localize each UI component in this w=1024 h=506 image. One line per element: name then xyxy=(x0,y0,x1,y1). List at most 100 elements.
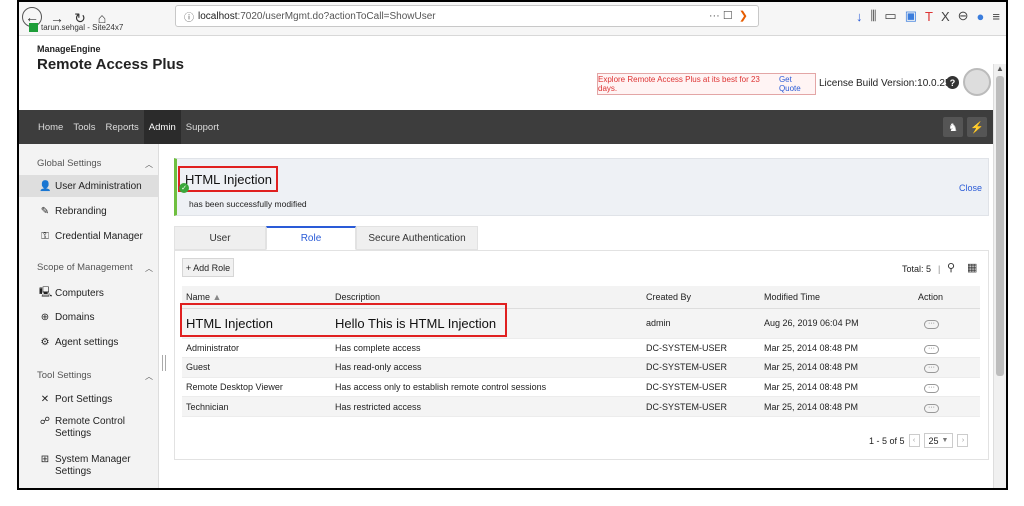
notice-close-link[interactable]: Close xyxy=(959,183,982,193)
row-actions-cell: ··· xyxy=(910,396,980,417)
chevron-up-icon[interactable]: ︿ xyxy=(145,263,153,274)
sidebar-item-rebranding[interactable]: ✎ Rebranding xyxy=(19,200,159,222)
browser-tool-icons: ↓ ⫼ ▭ ▣ T X ⊖ ● ≡ xyxy=(856,8,1000,24)
sidebar-item-agent-settings[interactable]: ⚙ Agent settings xyxy=(19,331,159,353)
nav-tools[interactable]: Tools xyxy=(68,110,100,144)
scroll-up-icon[interactable]: ▲ xyxy=(996,64,1004,73)
page-actions-icon[interactable]: ··· ☐ xyxy=(709,9,733,22)
role-modified-time: Mar 25, 2014 08:48 PM xyxy=(760,396,910,417)
chevron-up-icon[interactable]: ︿ xyxy=(145,371,153,382)
help-icon[interactable]: ? xyxy=(946,76,959,89)
rebranding-icon: ✎ xyxy=(40,205,50,217)
row-actions-cell: ··· xyxy=(910,308,980,339)
quick-launch-icon[interactable]: ⚡ xyxy=(967,117,987,137)
tools-icon: ✕ xyxy=(40,393,50,405)
role-name: Administrator xyxy=(182,338,331,359)
bookmark-item[interactable]: tarun.sehgal - Site24x7 xyxy=(29,23,123,32)
tab-role[interactable]: Role xyxy=(266,226,356,250)
trial-banner: Explore Remote Access Plus at its best f… xyxy=(597,73,816,95)
bookmark-icon xyxy=(29,23,38,32)
more-actions-icon[interactable]: ··· xyxy=(924,403,939,413)
add-role-button[interactable]: + Add Role xyxy=(182,258,234,277)
remote-control-icon: ☍ xyxy=(39,416,51,427)
sidebar: Global Settings ︿ 👤 User Administration … xyxy=(19,144,159,488)
search-icon[interactable]: ⚲ xyxy=(947,261,955,274)
sidebar-item-credential-manager[interactable]: ⚿ Credential Manager xyxy=(19,225,159,247)
extension-icon[interactable]: ❯ xyxy=(739,9,748,22)
sidebar-group-tool[interactable]: Tool Settings xyxy=(37,370,91,381)
trial-text: Explore Remote Access Plus at its best f… xyxy=(598,75,760,93)
page-size-select[interactable]: 25 ▼ xyxy=(923,433,954,448)
next-page-icon[interactable]: › xyxy=(957,434,969,447)
tab-user[interactable]: User xyxy=(174,226,266,250)
build-version: Build Version:10.0.259 xyxy=(856,78,957,89)
reader-icon[interactable]: ▭ xyxy=(884,8,896,24)
agent-icon: ⚙ xyxy=(40,336,50,348)
sidebar-item-remote-control-settings[interactable]: ☍ Remote Control Settings xyxy=(19,416,159,444)
column-header-action: Action xyxy=(910,286,980,309)
avatar[interactable] xyxy=(963,68,991,96)
sidebar-item-domains[interactable]: ⊕ Domains xyxy=(19,306,159,328)
table-row: Technician Has restricted access DC-SYST… xyxy=(182,396,980,417)
notice-subtitle: has been successfully modified xyxy=(189,199,307,209)
column-header-created-by: Created By xyxy=(642,286,760,309)
menu-icon[interactable]: ≡ xyxy=(992,9,1000,24)
nav-home[interactable]: Home xyxy=(33,110,68,144)
nav-admin[interactable]: Admin xyxy=(143,110,181,144)
computer-icon: 🖳 xyxy=(39,286,53,298)
license-link[interactable]: License xyxy=(819,78,853,89)
url-actions: ··· ☐ ❯ xyxy=(709,9,748,22)
sidebar-item-label: Computers xyxy=(55,287,104,299)
account-icon[interactable]: ⊖ xyxy=(958,8,969,24)
x-icon[interactable]: X xyxy=(941,9,950,24)
role-created-by: DC-SYSTEM-USER xyxy=(642,357,760,378)
nav-reports[interactable]: Reports xyxy=(101,110,144,144)
highlight-box-title xyxy=(178,166,278,192)
more-actions-icon[interactable]: ··· xyxy=(924,364,939,374)
role-description: Has access only to establish remote cont… xyxy=(331,377,642,398)
role-description: Has restricted access xyxy=(331,396,642,417)
pagination-range: 1 - 5 of 5 xyxy=(869,435,905,446)
more-actions-icon[interactable]: ··· xyxy=(924,320,939,329)
sidebar-group-global[interactable]: Global Settings xyxy=(37,158,101,169)
user-icon: 👤 xyxy=(39,180,52,192)
tab-bar: User Role Secure Authentication xyxy=(174,226,478,250)
sidebar-item-label: Domains xyxy=(55,311,95,323)
text-icon[interactable]: T xyxy=(925,9,933,24)
scroll-thumb[interactable] xyxy=(996,76,1004,376)
sidebar-item-label: Port Settings xyxy=(55,393,113,405)
get-quote-link[interactable]: Get Quote xyxy=(779,75,815,93)
sidebar-item-user-administration[interactable]: 👤 User Administration xyxy=(19,175,159,197)
tab-secure-authentication[interactable]: Secure Authentication xyxy=(356,226,478,250)
sidebar-group-scope[interactable]: Scope of Management xyxy=(37,262,133,273)
deal-icon[interactable]: ▣ xyxy=(905,8,917,24)
column-chooser-icon[interactable]: ▦ xyxy=(967,261,977,274)
sidebar-resize-handle[interactable] xyxy=(162,355,166,371)
address-bar[interactable]: ⓘ localhost :7020/userMgmt.do?actionToCa… xyxy=(175,5,759,27)
page-size-value: 25 xyxy=(928,435,939,446)
more-actions-icon[interactable]: ··· xyxy=(924,383,939,393)
pagination: 1 - 5 of 5 ‹ 25 ▼ › xyxy=(869,433,969,448)
library-icon[interactable]: ⫼ xyxy=(870,8,876,24)
vpn-icon[interactable]: ● xyxy=(977,9,985,24)
download-icon[interactable]: ↓ xyxy=(856,9,863,24)
role-name: Guest xyxy=(182,357,331,378)
info-icon: ⓘ xyxy=(184,12,194,24)
rocket-icon[interactable]: ♞ xyxy=(943,117,963,137)
sidebar-item-computers[interactable]: 🖳 Computers xyxy=(19,282,159,304)
sidebar-item-label: Remote Control Settings xyxy=(55,416,126,439)
row-actions-cell: ··· xyxy=(910,377,980,398)
role-created-by: admin xyxy=(642,308,760,339)
page-scrollbar[interactable]: ▲ xyxy=(993,64,1006,488)
total-count: Total: 5 xyxy=(902,264,932,274)
role-name: Remote Desktop Viewer xyxy=(182,377,331,398)
product-name: Remote Access Plus xyxy=(37,56,185,73)
more-actions-icon[interactable]: ··· xyxy=(924,344,939,354)
chevron-up-icon[interactable]: ︿ xyxy=(145,159,153,170)
role-modified-time: Aug 26, 2019 06:04 PM xyxy=(760,308,910,339)
sidebar-item-system-manager-settings[interactable]: ⊞ System Manager Settings xyxy=(19,454,159,482)
nav-support[interactable]: Support xyxy=(181,110,224,144)
prev-page-icon[interactable]: ‹ xyxy=(908,434,920,447)
system-manager-icon: ⊞ xyxy=(40,454,50,465)
sidebar-item-port-settings[interactable]: ✕ Port Settings xyxy=(19,388,159,410)
